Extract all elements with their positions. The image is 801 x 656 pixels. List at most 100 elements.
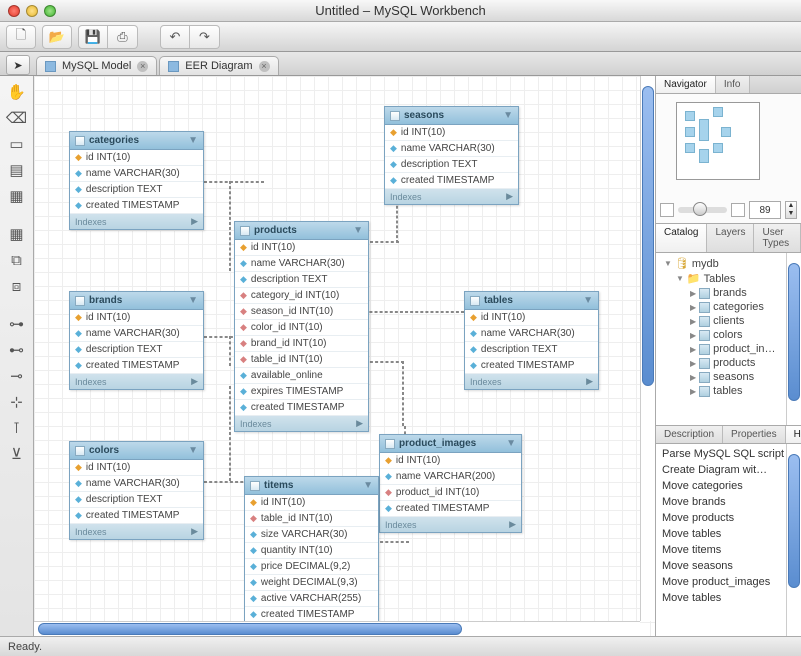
table-categories[interactable]: categories▼ ◆id INT(10) ◆name VARCHAR(30… [69,131,204,230]
zoom-stepper[interactable]: ▲▼ [785,201,797,219]
column-label: created TIMESTAMP [396,503,490,514]
relation-n-1-tool[interactable]: ⊸ [4,364,30,388]
diagram-canvas[interactable]: categories▼ ◆id INT(10) ◆name VARCHAR(30… [34,76,655,636]
zoom-slider[interactable] [678,207,727,213]
collapse-icon[interactable]: ▼ [503,110,513,121]
close-tab-icon[interactable]: × [259,61,270,72]
table-product-images[interactable]: product_images▼ ◆id INT(10) ◆name VARCHA… [379,434,522,533]
eraser-tool[interactable]: ⌫ [4,106,30,130]
column-label: expires TIMESTAMP [251,386,343,397]
tree-item[interactable]: seasons [713,371,754,383]
zoom-value[interactable]: 89 [749,201,781,219]
column-label: id INT(10) [261,497,305,508]
tree-item[interactable]: clients [713,315,744,327]
tab-catalog[interactable]: Catalog [656,224,707,252]
tree-item[interactable]: tables [713,385,742,397]
note-tool[interactable]: ▤ [4,158,30,182]
window-title: Untitled – MySQL Workbench [0,3,801,18]
history-item[interactable]: Move seasons [656,558,801,574]
tab-info[interactable]: Info [716,76,750,93]
history-item[interactable]: Move products [656,510,801,526]
tree-item[interactable]: product_in… [713,343,775,355]
main-toolbar: 🗋 📂 💾 ⎙ ↶ ↷ [0,22,801,52]
tab-description[interactable]: Description [656,426,723,443]
new-file-button[interactable]: 🗋 [6,25,36,49]
history-item[interactable]: Move product_images [656,574,801,590]
history-item[interactable]: Move brands [656,494,801,510]
table-tool[interactable]: ▦ [4,222,30,246]
history-item[interactable]: Move categories [656,478,801,494]
table-products[interactable]: products▼ ◆id INT(10) ◆name VARCHAR(30) … [234,221,369,432]
vertical-scrollbar[interactable] [640,76,655,621]
relation-n-m-tool[interactable]: ⊹ [4,390,30,414]
horizontal-scrollbar[interactable] [34,621,640,636]
folder-label: Tables [704,273,736,285]
column-icon: ◆ [75,200,82,211]
collapse-icon[interactable]: ▼ [188,135,198,146]
catalog-scrollbar[interactable] [786,253,801,425]
tree-item[interactable]: products [713,357,755,369]
hand-tool[interactable]: ✋ [4,80,30,104]
column-label: table_id INT(10) [251,354,323,365]
table-brands[interactable]: brands▼ ◆id INT(10) ◆name VARCHAR(30) ◆d… [69,291,204,390]
redo-button[interactable]: ↷ [190,25,220,49]
tree-item[interactable]: colors [713,329,742,341]
table-title: colors [89,445,119,456]
table-colors[interactable]: colors▼ ◆id INT(10) ◆name VARCHAR(30) ◆d… [69,441,204,540]
relation-existing-tool[interactable]: ⊻ [4,442,30,466]
column-label: price DECIMAL(9,2) [261,561,350,572]
column-label: id INT(10) [481,312,525,323]
column-label: id INT(10) [86,462,130,473]
column-label: active VARCHAR(255) [261,593,361,604]
history-item[interactable]: Move tables [656,526,801,542]
save-as-button[interactable]: ⎙ [108,25,138,49]
tree-item[interactable]: brands [713,287,747,299]
column-label: table_id INT(10) [261,513,333,524]
column-label: id INT(10) [401,127,445,138]
relation-identifying-tool[interactable]: ⊺ [4,416,30,440]
indexes-label: Indexes [470,377,502,387]
table-title: categories [89,135,139,146]
pointer-tool-button[interactable]: ➤ [6,55,30,75]
open-file-button[interactable]: 📂 [42,25,72,49]
routine-tool[interactable]: ⧈ [4,274,30,298]
tab-user-types[interactable]: User Types [754,224,801,252]
relation-1-n-tool[interactable]: ⊷ [4,338,30,362]
tab-layers[interactable]: Layers [707,224,754,252]
table-tables[interactable]: tables▼ ◆id INT(10) ◆name VARCHAR(30) ◆d… [464,291,599,390]
column-label: size VARCHAR(30) [261,529,348,540]
history-item[interactable]: Parse MySQL SQL script [656,446,801,462]
navigator-minimap[interactable]: 89 ▲▼ [656,94,801,224]
tab-eer-diagram[interactable]: EER Diagram × [159,56,278,75]
tab-navigator[interactable]: Navigator [656,76,716,93]
tree-item[interactable]: categories [713,301,764,313]
history-item[interactable]: Move tables [656,590,801,606]
history-item[interactable]: Create Diagram wit… [656,462,801,478]
column-label: id INT(10) [251,242,295,253]
relation-1-1-tool[interactable]: ⊶ [4,312,30,336]
layer-tool[interactable]: ▭ [4,132,30,156]
close-tab-icon[interactable]: × [137,61,148,72]
image-tool[interactable]: ▦ [4,184,30,208]
table-titems[interactable]: titems▼ ◆id INT(10) ◆table_id INT(10) ◆s… [244,476,379,624]
view-tool[interactable]: ⧉ [4,248,30,272]
undo-button[interactable]: ↶ [160,25,190,49]
column-label: name VARCHAR(30) [86,168,180,179]
column-label: created TIMESTAMP [86,510,180,521]
tab-properties[interactable]: Properties [723,426,786,443]
table-seasons[interactable]: seasons▼ ◆id INT(10) ◆name VARCHAR(30) ◆… [384,106,519,205]
tab-history[interactable]: His [786,426,801,443]
zoom-100-button[interactable] [731,203,745,217]
column-label: season_id INT(10) [251,306,333,317]
save-button[interactable]: 💾 [78,25,108,49]
history-item[interactable]: Move titems [656,542,801,558]
catalog-tree[interactable]: ▼🛢mydb ▼📁Tables ▶brands ▶categories ▶cli… [656,253,801,425]
folder-icon: 📁 [687,272,701,285]
history-list[interactable]: Parse MySQL SQL script Create Diagram wi… [656,444,801,636]
column-label: description TEXT [251,274,328,285]
expand-icon[interactable]: ▶ [191,216,198,227]
zoom-fit-button[interactable] [660,203,674,217]
diagram-icon [168,61,179,72]
tab-mysql-model[interactable]: MySQL Model × [36,56,157,75]
history-scrollbar[interactable] [786,444,801,636]
